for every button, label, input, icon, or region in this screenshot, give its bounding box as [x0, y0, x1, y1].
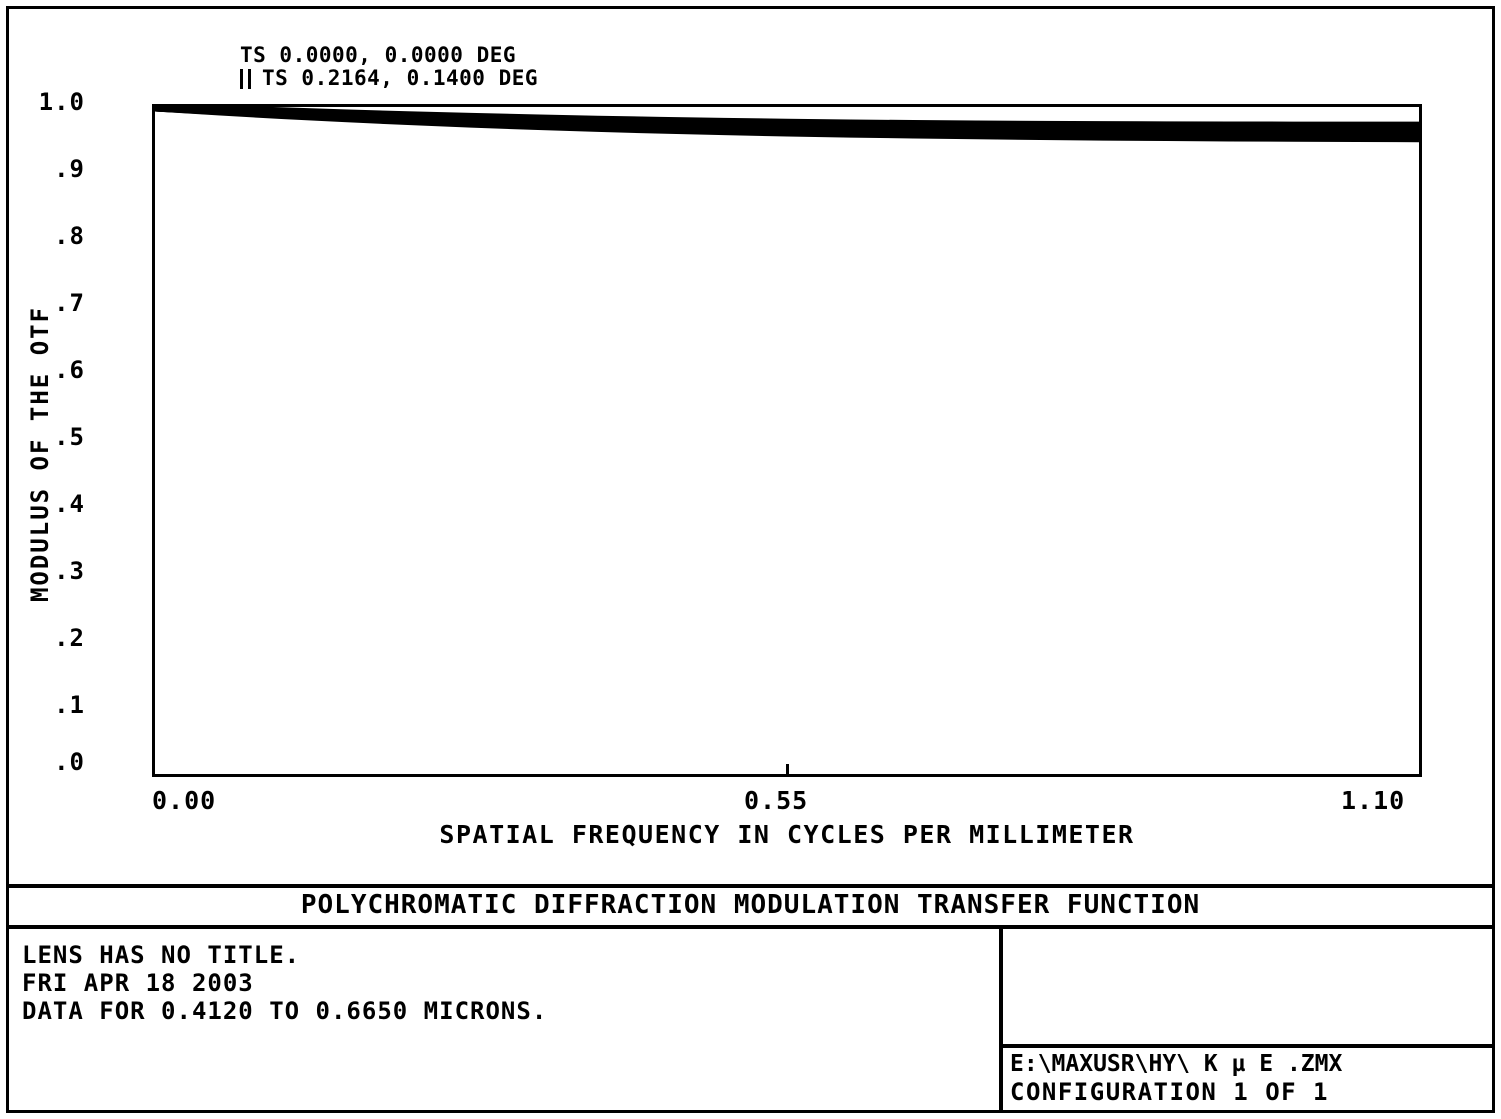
x-axis-title: SPATIAL FREQUENCY IN CYCLES PER MILLIMET… [439, 820, 1135, 849]
y-tick-label-0.1: .1 [54, 691, 85, 719]
x-tick-label-0.55: 0.55 [744, 786, 809, 815]
info-panel-horizontal-divider [999, 1044, 1492, 1048]
lens-title-line: LENS HAS NO TITLE. [22, 941, 301, 969]
y-tick-label-1.0: 1.0 [38, 88, 85, 116]
y-tick-label-0.5: .5 [54, 423, 85, 451]
y-tick-label-0.3: .3 [54, 557, 85, 585]
zemax-mtf-plot-window: TS 0.0000, 0.0000 DEG TS 0.2164, 0.1400 … [0, 0, 1501, 1119]
legend-marker-tick-1 [240, 69, 243, 89]
y-tick-label-0.7: .7 [54, 289, 85, 317]
x-tick-mark-1.10 [1419, 764, 1422, 777]
file-path-line: E:\MAXUSR\HY\ K µ E .ZMX [1010, 1051, 1343, 1077]
wavelength-line: DATA FOR 0.4120 TO 0.6650 MICRONS. [22, 997, 548, 1025]
y-tick-label-0.2: .2 [54, 624, 85, 652]
x-tick-mark-0.00 [152, 764, 155, 777]
x-tick-label-1.10: 1.10 [1341, 786, 1406, 815]
legend-label-field2: TS 0.2164, 0.1400 DEG [262, 66, 539, 90]
legend-marker-tick-2 [248, 69, 251, 89]
x-tick-label-0.00: 0.00 [152, 786, 217, 815]
y-tick-label-0.0: .0 [54, 748, 85, 776]
x-tick-mark-0.55 [786, 764, 789, 777]
y-tick-label-0.4: .4 [54, 490, 85, 518]
y-tick-label-0.6: .6 [54, 356, 85, 384]
legend-label-field1: TS 0.0000, 0.0000 DEG [240, 43, 517, 67]
info-panel-vertical-divider [999, 929, 1003, 1113]
y-tick-label-0.8: .8 [54, 222, 85, 250]
file-info-block: E:\MAXUSR\HY\ K µ E .ZMX CONFIGURATION 1… [1010, 1050, 1342, 1106]
banner-divider-bottom [9, 925, 1492, 929]
banner-divider-top [9, 884, 1492, 888]
legend: TS 0.0000, 0.0000 DEG TS 0.2164, 0.1400 … [240, 44, 538, 90]
date-line: FRI APR 18 2003 [22, 969, 254, 997]
legend-entry-field2: TS 0.2164, 0.1400 DEG [240, 67, 538, 90]
configuration-line: CONFIGURATION 1 OF 1 [1010, 1078, 1329, 1106]
lens-info-block: LENS HAS NO TITLE. FRI APR 18 2003 DATA … [22, 941, 547, 1025]
legend-entry-field1: TS 0.0000, 0.0000 DEG [240, 44, 538, 67]
plot-canvas [155, 107, 1419, 774]
mtf-curve-band [155, 107, 1419, 774]
plot-title: POLYCHROMATIC DIFFRACTION MODULATION TRA… [300, 890, 1201, 920]
mtf-curves [155, 107, 1419, 138]
y-axis-title: MODULUS OF THE OTF [26, 305, 54, 603]
plot-area [152, 104, 1422, 777]
y-tick-label-0.9: .9 [54, 155, 85, 183]
